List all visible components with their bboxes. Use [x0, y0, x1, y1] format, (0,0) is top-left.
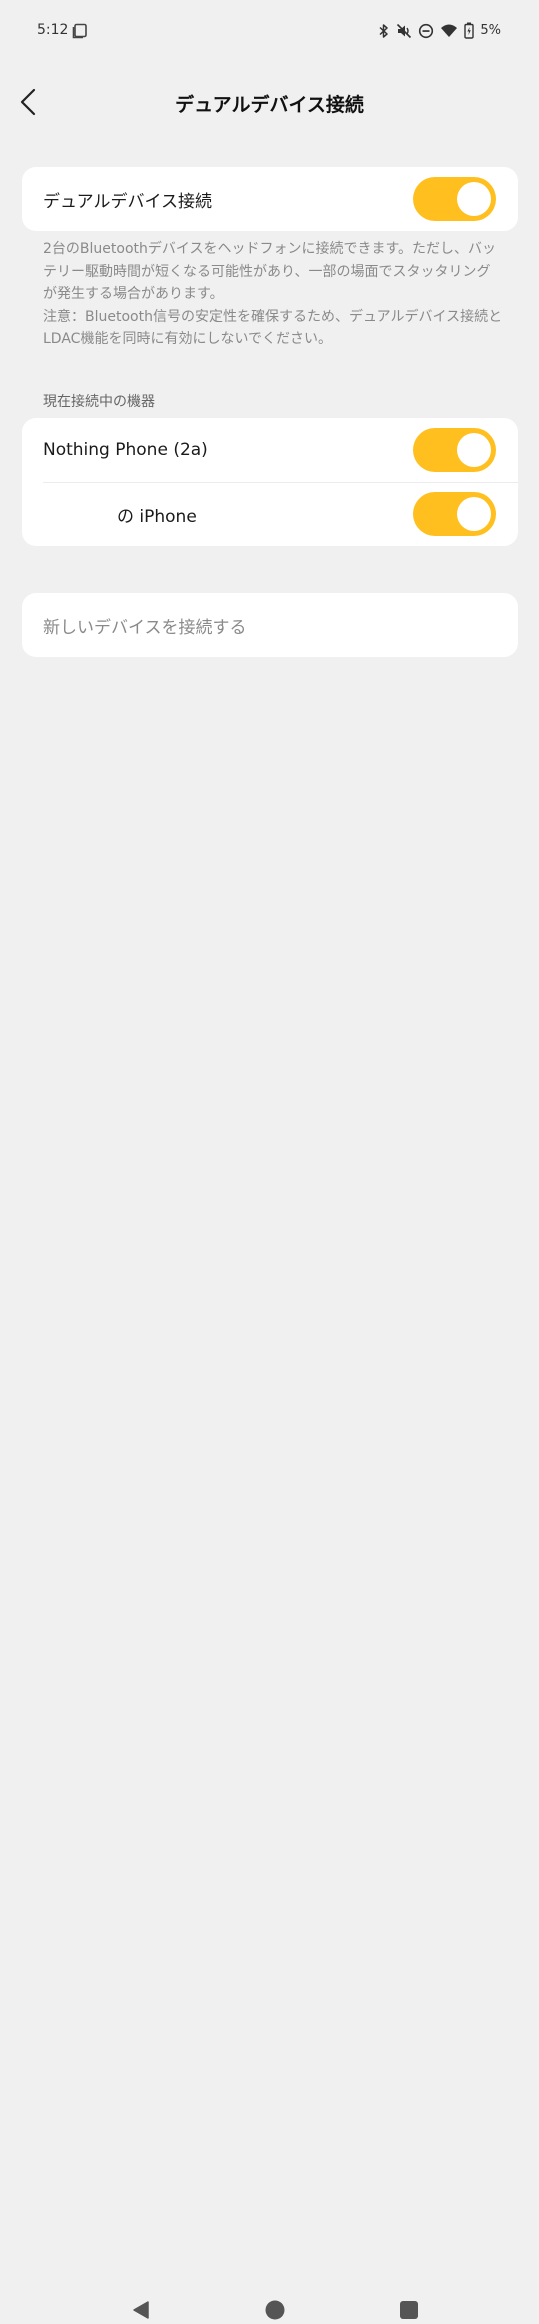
dual-device-label: デュアルデバイス接続 — [43, 191, 212, 212]
new-device-row[interactable]: 新しいデバイスを接続する — [22, 593, 518, 657]
new-device-card[interactable]: 新しいデバイスを接続する — [22, 593, 518, 657]
battery-percent: 5% — [480, 23, 501, 38]
battery-icon — [464, 22, 475, 39]
mute-icon — [396, 23, 412, 39]
device-row-iphone: の iPhone — [22, 482, 518, 546]
connected-section-label: 現在接続中の機器 — [43, 394, 155, 410]
toggle-knob — [457, 433, 491, 467]
dual-device-card: デュアルデバイス接続 — [22, 167, 518, 231]
device-name: Nothing Phone (2a) — [43, 440, 208, 460]
device-row-nothing-phone: Nothing Phone (2a) — [22, 418, 518, 483]
dual-device-toggle[interactable] — [413, 177, 496, 221]
header: デュアルデバイス接続 — [0, 78, 539, 130]
dual-device-description: 2台のBluetoothデバイスをヘッドフォンに接続できます。ただし、バッテリー… — [43, 238, 503, 351]
dual-device-row: デュアルデバイス接続 — [22, 167, 518, 231]
wifi-icon — [440, 23, 458, 39]
dnd-icon — [418, 23, 434, 39]
description-warning: 注意：Bluetooth信号の安定性を確保するため、デュアルデバイス接続とLDA… — [43, 308, 503, 348]
toggle-knob — [457, 497, 491, 531]
toggle-knob — [457, 182, 491, 216]
new-device-label: 新しいデバイスを接続する — [43, 617, 247, 638]
navigation-bar — [0, 1138, 539, 2320]
nav-back-button[interactable] — [131, 2300, 151, 2324]
bluetooth-icon — [378, 23, 390, 39]
device-toggle-nothing-phone[interactable] — [413, 428, 496, 472]
connected-devices-card: Nothing Phone (2a) の iPhone — [22, 418, 518, 546]
screen-icon — [72, 23, 88, 39]
nav-recents-button[interactable] — [399, 2300, 419, 2324]
nav-home-button[interactable] — [265, 2300, 285, 2324]
description-text: 2台のBluetoothデバイスをヘッドフォンに接続できます。ただし、バッテリー… — [43, 241, 497, 302]
device-toggle-iphone[interactable] — [413, 492, 496, 536]
status-icons: 5% — [378, 22, 501, 39]
status-bar: 5:12 5% — [0, 0, 539, 62]
page-title: デュアルデバイス接続 — [175, 94, 364, 116]
status-time: 5:12 — [37, 22, 69, 38]
device-name: の iPhone — [117, 506, 197, 527]
